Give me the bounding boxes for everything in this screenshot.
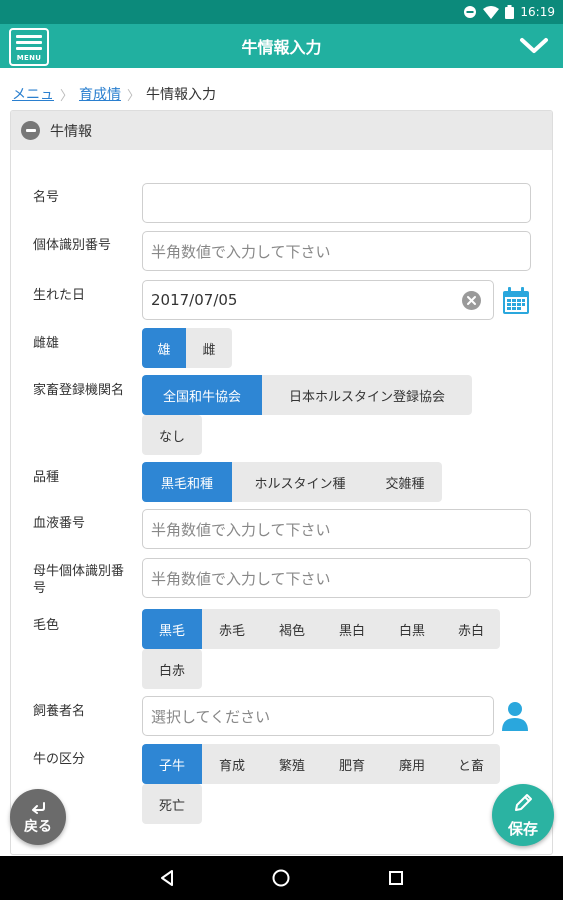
sex-option-male[interactable]: 雄: [142, 328, 186, 368]
app-bar: MENU 牛情報入力: [0, 24, 563, 68]
coat-option-kasshoku[interactable]: 褐色: [262, 609, 322, 649]
person-icon[interactable]: [500, 699, 530, 733]
breadcrumb-separator-icon: 〉: [60, 88, 74, 104]
collapse-icon[interactable]: [21, 121, 40, 140]
breed-option-holstein[interactable]: ホルスタイン種: [232, 462, 368, 502]
calendar-icon[interactable]: [500, 285, 532, 317]
name-label: 名号: [33, 190, 60, 205]
breadcrumb-current: 牛情報入力: [146, 87, 217, 103]
coat-option-shirokuro[interactable]: 白黒: [382, 609, 442, 649]
pencil-icon: [512, 792, 534, 818]
category-option-fattening[interactable]: 肥育: [322, 744, 382, 784]
menu-label: MENU: [16, 54, 42, 62]
nav-back-icon[interactable]: [147, 858, 187, 898]
breadcrumb: メニュ 〉 育成情 〉 牛情報入力: [12, 80, 216, 108]
section-title: 牛情報: [50, 123, 92, 140]
registry-option-holstein[interactable]: 日本ホルスタイン登録協会: [262, 375, 472, 415]
breeder-label: 飼養者名: [33, 704, 86, 719]
nav-home-icon[interactable]: [261, 858, 301, 898]
battery-icon: [505, 5, 515, 19]
save-button[interactable]: 保存: [492, 784, 554, 846]
category-option-culled[interactable]: 廃用: [382, 744, 442, 784]
registry-selector: 全国和牛協会 日本ホルスタイン登録協会 なし: [142, 375, 482, 455]
coat-option-kuroge[interactable]: 黒毛: [142, 609, 202, 649]
coat-option-akage[interactable]: 赤毛: [202, 609, 262, 649]
birth-date-input[interactable]: 2017/07/05: [142, 280, 494, 320]
status-time: 16:19: [520, 5, 555, 19]
category-option-rearing[interactable]: 育成: [202, 744, 262, 784]
birth-date-label: 生れた日: [33, 288, 86, 303]
clear-icon[interactable]: [462, 291, 481, 310]
breed-option-kuroge[interactable]: 黒毛和種: [142, 462, 232, 502]
breadcrumb-menu-link[interactable]: メニュ: [12, 84, 54, 104]
id-number-input[interactable]: 半角数値で入力して下さい: [142, 231, 531, 271]
coat-option-kurojiro[interactable]: 黒白: [322, 609, 382, 649]
breed-option-cross[interactable]: 交雑種: [368, 462, 442, 502]
section-header[interactable]: 牛情報: [11, 111, 552, 150]
category-option-breeding[interactable]: 繁殖: [262, 744, 322, 784]
birth-date-value: 2017/07/05: [151, 291, 238, 309]
sex-label: 雌雄: [33, 336, 60, 351]
breed-label: 品種: [33, 470, 60, 485]
nav-recents-icon[interactable]: [376, 858, 416, 898]
registry-option-wagyu[interactable]: 全国和牛協会: [142, 375, 262, 415]
do-not-disturb-icon: [463, 5, 477, 19]
mother-id-label: 母牛個体識別番号: [33, 564, 125, 596]
wifi-icon: [483, 5, 500, 19]
category-option-calf[interactable]: 子牛: [142, 744, 202, 784]
page-title: 牛情報入力: [241, 38, 322, 57]
menu-icon-bar: [16, 35, 42, 38]
coat-option-akashiro[interactable]: 赤白: [442, 609, 500, 649]
sex-selector: 雄 雌: [142, 328, 232, 368]
coat-color-label: 毛色: [33, 618, 60, 633]
back-button-label: 戻る: [24, 818, 52, 835]
system-nav-bar: [0, 856, 563, 900]
breadcrumb-separator-icon: 〉: [127, 88, 141, 104]
sex-option-female[interactable]: 雌: [186, 328, 232, 368]
save-button-label: 保存: [507, 819, 538, 838]
category-label: 牛の区分: [33, 752, 86, 767]
name-input[interactable]: [142, 183, 531, 223]
blood-number-label: 血液番号: [33, 516, 86, 531]
registry-label: 家畜登録機関名: [33, 383, 125, 398]
category-option-slaughtered[interactable]: と畜: [442, 744, 500, 784]
cow-info-card: 牛情報 名号 個体識別番号 半角数値で入力して下さい 生れた日 2017/07/…: [10, 110, 553, 855]
menu-button[interactable]: MENU: [9, 28, 49, 66]
coat-color-selector: 黒毛 赤毛 褐色 黒白 白黒 赤白 白赤: [142, 609, 504, 689]
coat-option-shiroaka[interactable]: 白赤: [142, 649, 202, 689]
menu-icon-bar: [16, 41, 42, 44]
mother-id-input[interactable]: 半角数値で入力して下さい: [142, 558, 531, 598]
category-option-dead[interactable]: 死亡: [142, 784, 202, 824]
id-number-label: 個体識別番号: [33, 238, 112, 253]
status-bar: 16:19: [0, 0, 563, 24]
menu-icon-bar: [16, 47, 42, 50]
breed-selector: 黒毛和種 ホルスタイン種 交雑種: [142, 462, 442, 502]
back-button[interactable]: 戻る: [10, 789, 66, 845]
registry-option-none[interactable]: なし: [142, 415, 202, 455]
breadcrumb-growth-link[interactable]: 育成情: [79, 84, 121, 104]
blood-number-input[interactable]: 半角数値で入力して下さい: [142, 509, 531, 549]
chevron-down-icon[interactable]: [517, 32, 551, 60]
category-selector: 子牛 育成 繁殖 肥育 廃用 と畜 死亡: [142, 744, 504, 824]
breeder-select[interactable]: 選択してください: [142, 696, 494, 736]
